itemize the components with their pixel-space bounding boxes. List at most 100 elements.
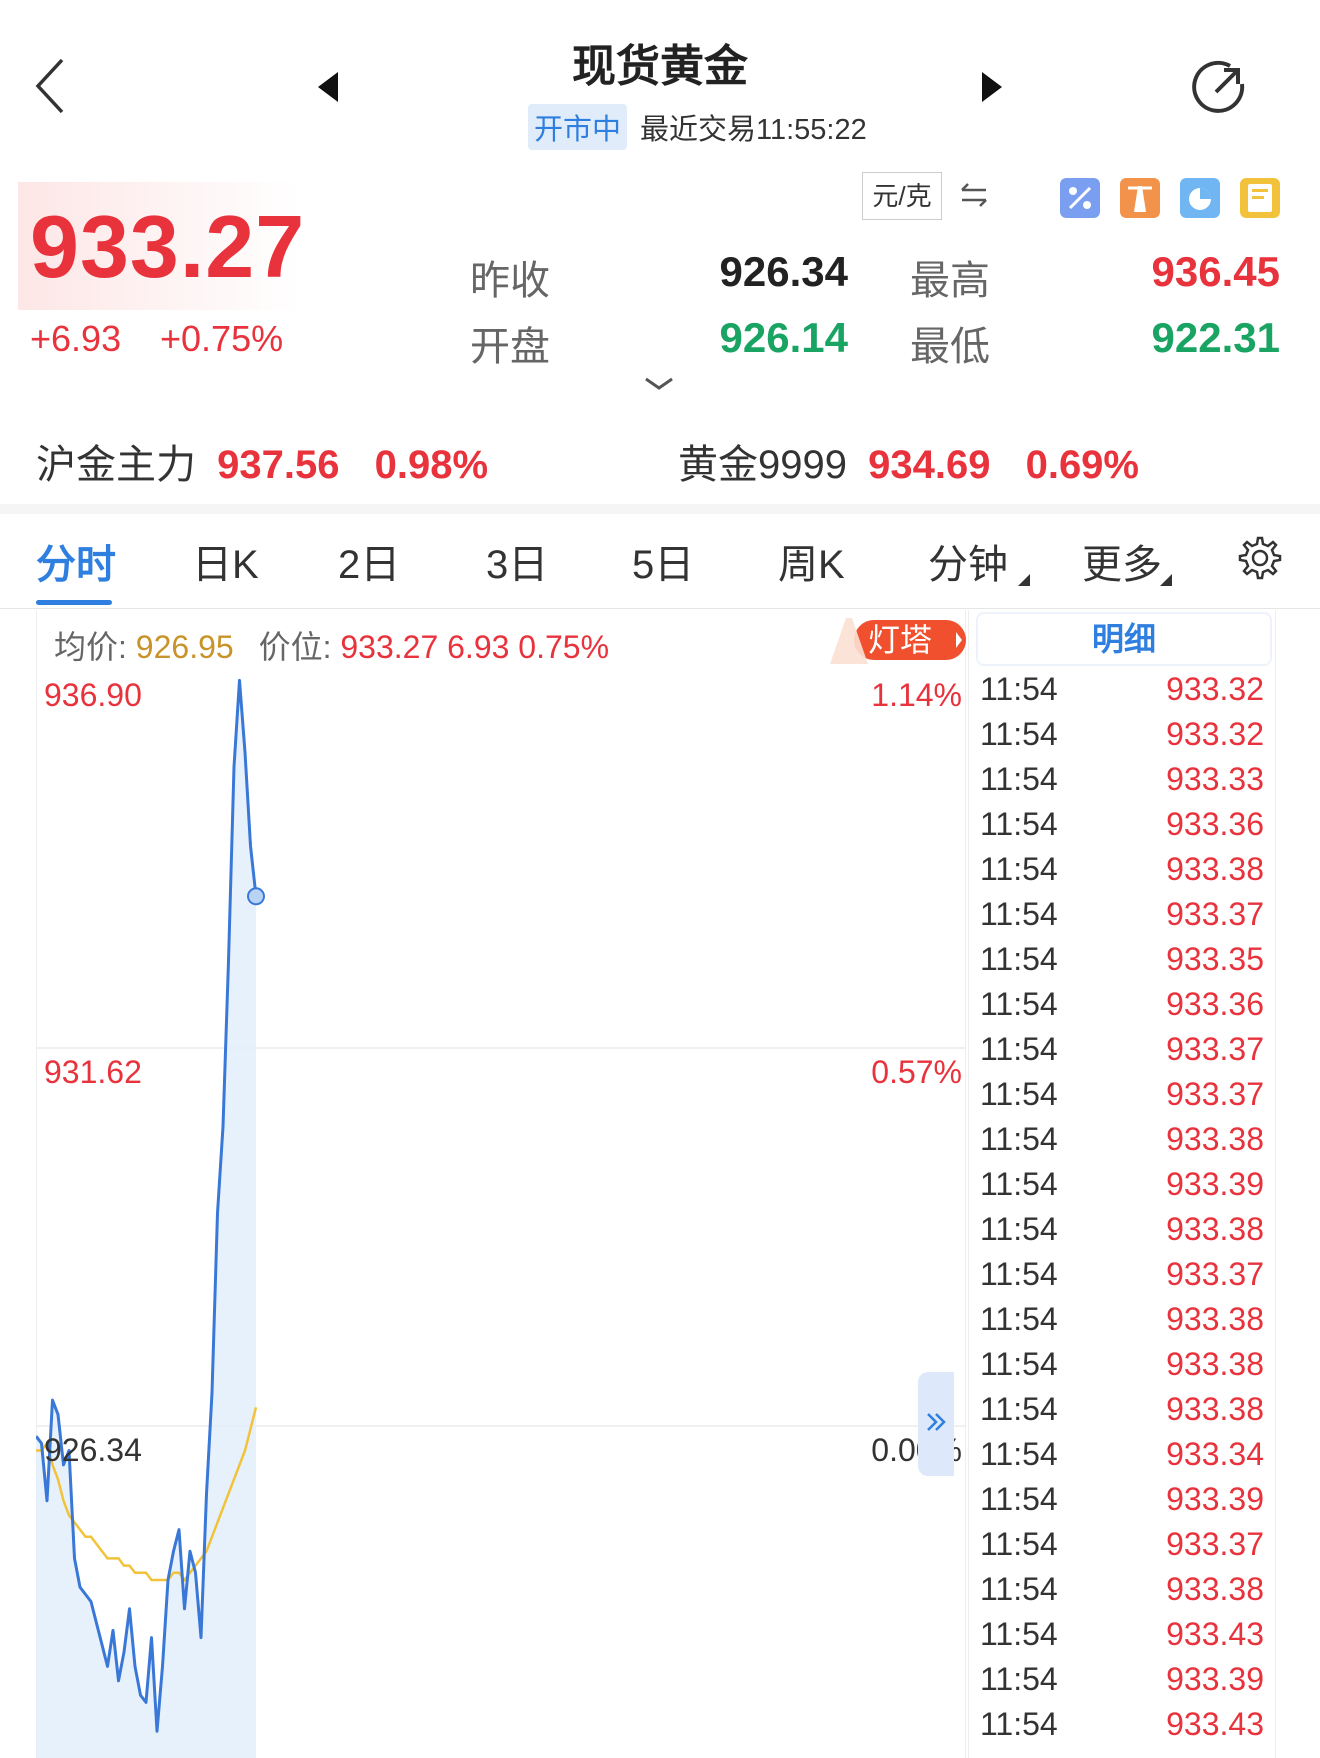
refresh-icon[interactable]: [1188, 56, 1252, 120]
detail-row: 11:54 933.38: [976, 1297, 1272, 1342]
expand-panel-tab[interactable]: [918, 1372, 954, 1476]
related-contract-1[interactable]: 沪金主力 937.56 0.98%: [36, 432, 488, 490]
detail-price: 933.38: [1166, 1121, 1264, 1157]
detail-time: 11:54: [980, 1391, 1058, 1427]
detail-row: 11:54 933.37: [976, 1252, 1272, 1297]
tab-minute[interactable]: 分钟: [928, 532, 1008, 590]
detail-price: 933.38: [1166, 851, 1264, 887]
related-contract-2[interactable]: 黄金9999 934.69 0.69%: [678, 432, 1139, 490]
tab-3day[interactable]: 3日: [486, 532, 548, 590]
market-status-badge: 开市中: [528, 104, 628, 150]
prev-close-label: 昨收: [470, 259, 550, 303]
section-divider: [0, 504, 1320, 514]
detail-row: 11:54 933.34: [976, 1432, 1272, 1477]
detail-row: 11:54 933.33: [976, 757, 1272, 802]
detail-time: 11:54: [980, 1076, 1058, 1112]
related-pct: 0.69%: [1025, 443, 1139, 487]
tab-5day[interactable]: 5日: [632, 532, 694, 590]
related-price: 937.56: [217, 443, 340, 487]
detail-price: 933.37: [1166, 1526, 1264, 1562]
position-value: 933.27 6.93 0.75%: [340, 629, 610, 665]
detail-row: 11:54 933.37: [976, 1027, 1272, 1072]
detail-tab[interactable]: 明细: [976, 612, 1272, 666]
vip-tool-icon[interactable]: [1240, 178, 1280, 218]
tab-more[interactable]: 更多: [1082, 532, 1162, 590]
detail-price: 933.43: [1166, 1706, 1264, 1742]
detail-price: 933.34: [1166, 1436, 1264, 1472]
open-label: 开盘: [470, 325, 550, 369]
lighthouse-label: 灯塔: [868, 622, 933, 658]
more-dropdown-icon: [1160, 574, 1172, 586]
detail-price: 933.43: [1166, 1616, 1264, 1652]
detail-price: 933.37: [1166, 1076, 1264, 1112]
detail-row: 11:54 933.38: [976, 1117, 1272, 1162]
detail-time: 11:54: [980, 1436, 1058, 1472]
detail-row: 11:54 933.38: [976, 1342, 1272, 1387]
chevron-down-icon[interactable]: [644, 376, 674, 392]
tab-daily-k[interactable]: 日K: [192, 532, 259, 590]
detail-time: 11:54: [980, 851, 1058, 887]
high-label: 最高: [910, 259, 990, 303]
divider: [0, 608, 1320, 609]
detail-time: 11:54: [980, 1166, 1058, 1202]
detail-price: 933.32: [1166, 671, 1264, 707]
detail-time: 11:54: [980, 896, 1058, 932]
detail-time: 11:54: [980, 1256, 1058, 1292]
detail-price: 933.38: [1166, 1571, 1264, 1607]
swap-unit-icon[interactable]: [958, 180, 990, 210]
detail-price: 933.35: [1166, 941, 1264, 977]
detail-price: 933.39: [1166, 1661, 1264, 1697]
road-tool-icon[interactable]: [1120, 178, 1160, 218]
detail-time: 11:54: [980, 1121, 1058, 1157]
price-area-fill: [36, 680, 256, 1758]
pie-chart-icon[interactable]: [1180, 178, 1220, 218]
y-pct-top: 1.14%: [871, 677, 962, 713]
detail-price: 933.37: [1166, 1256, 1264, 1292]
avg-price-label: 均价:: [54, 629, 127, 665]
gear-icon[interactable]: [1234, 534, 1282, 582]
detail-row: 11:54 933.38: [976, 1387, 1272, 1432]
detail-time: 11:54: [980, 1661, 1058, 1697]
avg-price-value: 926.95: [135, 629, 234, 665]
related-name: 沪金主力: [36, 443, 196, 487]
detail-time: 11:54: [980, 1346, 1058, 1382]
detail-price: 933.32: [1166, 716, 1264, 752]
trade-detail-list[interactable]: 11:54933.2811:54933.3211:54933.3211:5493…: [976, 650, 1272, 1758]
percent-tool-icon[interactable]: [1060, 178, 1100, 218]
detail-price: 933.37: [1166, 896, 1264, 932]
detail-row: 11:54 933.43: [976, 1612, 1272, 1657]
active-tab-indicator: [36, 600, 112, 605]
related-price: 934.69: [868, 443, 991, 487]
detail-row: 11:54 933.39: [976, 1477, 1272, 1522]
detail-row: 11:54 933.37: [976, 1072, 1272, 1117]
detail-time: 11:54: [980, 1031, 1058, 1067]
detail-time: 11:54: [980, 761, 1058, 797]
last-trade-time: 最近交易11:55:22: [640, 114, 867, 146]
detail-row: 11:54 933.39: [976, 1657, 1272, 1702]
detail-row: 11:54 933.37: [976, 892, 1272, 937]
detail-row: 11:54 933.43: [976, 1702, 1272, 1747]
detail-price: 933.33: [1166, 761, 1264, 797]
detail-row: 11:54 933.36: [976, 802, 1272, 847]
high-value: 936.45: [1151, 248, 1280, 295]
detail-time: 11:54: [980, 1526, 1058, 1562]
tab-intraday[interactable]: 分时: [36, 532, 116, 590]
unit-selector[interactable]: 元/克: [862, 172, 942, 220]
detail-row: 11:54 933.35: [976, 937, 1272, 982]
next-instrument-icon[interactable]: [980, 70, 1004, 104]
detail-time: 11:54: [980, 986, 1058, 1022]
tab-2day[interactable]: 2日: [338, 532, 400, 590]
detail-price: 933.36: [1166, 806, 1264, 842]
detail-row: 11:54 933.32: [976, 667, 1272, 712]
related-name: 黄金9999: [678, 443, 847, 487]
detail-time: 11:54: [980, 716, 1058, 752]
detail-row: 11:54 933.37: [976, 1522, 1272, 1567]
price-change-percent: +0.75%: [160, 318, 284, 359]
chart-marks: [36, 678, 265, 1758]
tab-weekly-k[interactable]: 周K: [778, 532, 845, 590]
intraday-chart[interactable]: 936.90 931.62 926.34 1.14% 0.57% 0.00%: [36, 666, 966, 1758]
lighthouse-badge[interactable]: 灯塔: [828, 616, 968, 664]
detail-time: 11:54: [980, 1706, 1058, 1742]
detail-row: 11:54 933.32: [976, 712, 1272, 757]
low-value: 922.31: [1151, 314, 1280, 361]
